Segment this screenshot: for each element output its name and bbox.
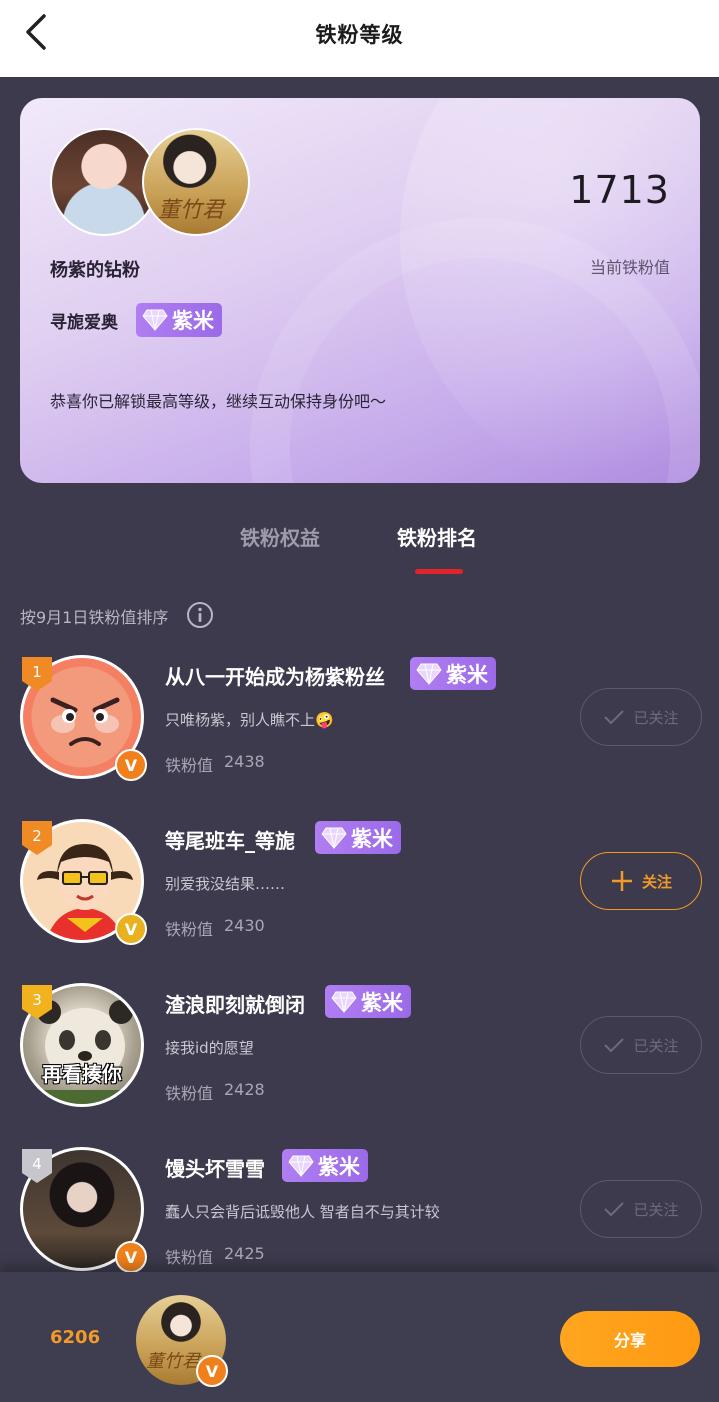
star-avatar: 董竹君: [142, 128, 250, 236]
fan-title: 杨紫的钻粉: [50, 260, 140, 281]
info-icon[interactable]: [186, 601, 214, 629]
top-bar: 铁粉等级: [0, 0, 719, 77]
followed-button[interactable]: 已关注: [580, 1180, 702, 1238]
svg-text:3: 3: [32, 991, 42, 1009]
share-button[interactable]: 分享: [560, 1311, 700, 1367]
tab-fan-ranking[interactable]: 铁粉排名: [397, 522, 477, 551]
fan-signature: 接我id的愿望: [165, 1039, 254, 1057]
rank-flag-icon: 2: [22, 821, 52, 855]
follow-label: 已关注: [633, 1200, 679, 1219]
level-badge-label: 紫米: [446, 662, 488, 687]
fan-score-label: 当前铁粉值: [589, 258, 670, 277]
panda-caption: 再看揍你: [42, 1062, 122, 1086]
fan-name: 馒头坏雪雪: [165, 1157, 265, 1181]
fan-score-label: 铁粉值: [165, 1084, 214, 1103]
fan-score: 2430: [224, 916, 265, 935]
fan-score: 1713: [569, 168, 670, 212]
fan-name: 渣浪即刻就倒闭: [165, 993, 305, 1017]
level-badge: 紫米: [410, 657, 496, 690]
svg-text:4: 4: [32, 1155, 42, 1173]
level-badge-label: 紫米: [361, 990, 403, 1015]
level-badge: 紫米: [282, 1149, 368, 1182]
level-badge-label: 紫米: [172, 309, 214, 333]
plus-icon: [611, 871, 632, 891]
verified-v-icon: V: [196, 1355, 228, 1387]
fan-score: 2438: [224, 752, 265, 771]
verified-v-icon: V: [115, 913, 147, 945]
follow-label: 已关注: [633, 1036, 679, 1055]
fan-signature: 别爱我没结果……: [165, 875, 286, 893]
ranking-row[interactable]: 1 V 从八一开始成为杨紫粉丝 紫米 只唯杨紫，别人瞧不上🤪 铁粉值 2438 …: [0, 655, 719, 795]
follow-button[interactable]: 关注: [580, 852, 702, 910]
fan-name: 等尾班车_等旎: [165, 829, 295, 853]
verified-v-icon: V: [115, 749, 147, 781]
check-icon: [604, 1038, 625, 1053]
follow-label: 关注: [641, 872, 672, 891]
fan-name: 从八一开始成为杨紫粉丝: [165, 665, 385, 689]
group-name: 寻旎爱奥: [50, 313, 118, 333]
follow-label: 已关注: [633, 708, 679, 727]
followed-button[interactable]: 已关注: [580, 688, 702, 746]
check-icon: [604, 1202, 625, 1217]
ranking-row[interactable]: 再看揍你 3 渣浪即刻就倒闭 紫米 接我id的愿望 铁粉值 2428 已关注: [0, 983, 719, 1123]
active-tab-indicator: [415, 569, 463, 574]
fan-score-label: 铁粉值: [165, 1248, 214, 1267]
svg-text:2: 2: [32, 827, 42, 845]
ranking-row[interactable]: 2 V 等尾班车_等旎 紫米 别爱我没结果…… 铁粉值 2430 关注: [0, 819, 719, 959]
diamond-icon: [321, 827, 347, 849]
level-badge: 紫米: [325, 985, 411, 1018]
my-rank: 6206: [50, 1327, 101, 1348]
ranking-row[interactable]: 4 V 馒头坏雪雪 紫米 蠢人只会背后诋毁他人 智者自不与其计较 铁粉值 242…: [0, 1147, 719, 1287]
fan-score-label: 铁粉值: [165, 920, 214, 939]
bottom-bar: 6206 董竹君 V 分享: [0, 1272, 719, 1402]
fan-score: 2425: [224, 1244, 265, 1263]
fan-score: 2428: [224, 1080, 265, 1099]
diamond-icon: [416, 663, 442, 685]
followed-button[interactable]: 已关注: [580, 1016, 702, 1074]
verified-v-icon: V: [115, 1241, 147, 1273]
fan-score-label: 铁粉值: [165, 756, 214, 775]
rank-flag-icon: 1: [22, 657, 52, 691]
svg-text:1: 1: [32, 663, 42, 681]
fan-signature: 只唯杨紫，别人瞧不上🤪: [165, 711, 334, 729]
poster-title: 董竹君: [146, 1351, 200, 1372]
level-badge-label: 紫米: [318, 1154, 360, 1179]
level-badge-label: 紫米: [351, 826, 393, 851]
poster-title: 董竹君: [158, 198, 225, 223]
diamond-icon: [142, 309, 168, 331]
check-icon: [604, 710, 625, 725]
level-badge: 紫米: [136, 303, 222, 337]
rank-flag-icon: 4: [22, 1149, 52, 1183]
page-title: 铁粉等级: [315, 23, 404, 47]
rank-flag-icon: 3: [22, 985, 52, 1019]
level-badge: 紫米: [315, 821, 401, 854]
fan-level-card: 董竹君 杨紫的钻粉 寻旎爱奥 紫米 1713 当前铁粉值 恭喜你已解锁最高等级，…: [20, 98, 700, 483]
congrats-message: 恭喜你已解锁最高等级，继续互动保持身份吧～: [50, 392, 387, 411]
tab-fan-benefits[interactable]: 铁粉权益: [240, 522, 320, 551]
diamond-icon: [331, 991, 357, 1013]
sort-note: 按9月1日铁粉值排序: [20, 608, 169, 627]
fan-signature: 蠢人只会背后诋毁他人 智者自不与其计较: [165, 1203, 440, 1221]
diamond-icon: [288, 1155, 314, 1177]
